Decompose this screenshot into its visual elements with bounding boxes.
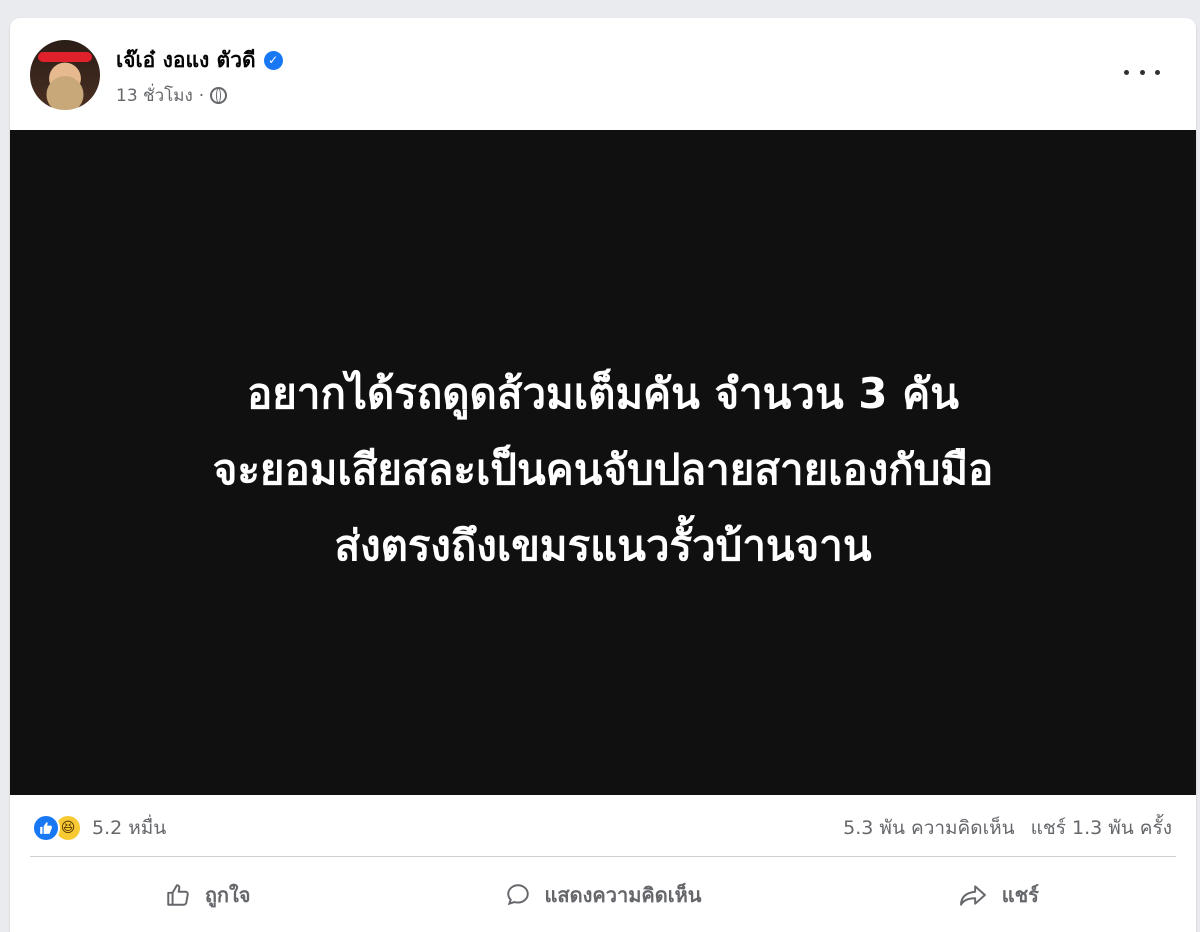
verified-badge-icon: ✓	[263, 51, 283, 70]
more-options-icon[interactable]	[1124, 60, 1160, 84]
post-meta: 13 ชั่วโมง ·	[116, 82, 228, 109]
post-actions: ถูกใจ แสดงความคิดเห็น แชร์	[10, 857, 1196, 932]
post-header: เจ๊เอ๋ งอแง ตัวดี ✓ 13 ชั่วโมง ·	[10, 18, 1196, 130]
post-time[interactable]: 13 ชั่วโมง	[116, 82, 193, 109]
author-row: เจ๊เอ๋ งอแง ตัวดี ✓	[116, 44, 283, 77]
media-text: อยากได้รถดูดส้วมเต็มคัน จำนวน 3 คัน จะยอ…	[213, 356, 994, 584]
share-icon	[959, 884, 986, 906]
share-label: แชร์	[1001, 882, 1039, 907]
reactions-summary[interactable]: 😆 5.2 หมื่น	[32, 813, 166, 843]
post-stats: 😆 5.2 หมื่น 5.3 พัน ความคิดเห็น แชร์ 1.3…	[10, 795, 1196, 855]
comment-icon	[506, 883, 529, 905]
engagement-counts: 5.3 พัน ความคิดเห็น แชร์ 1.3 พัน ครั้ง	[843, 813, 1172, 843]
author-avatar[interactable]	[30, 40, 100, 110]
comment-label: แสดงความคิดเห็น	[544, 882, 702, 907]
comment-count[interactable]: 5.3 พัน ความคิดเห็น	[843, 813, 1014, 843]
share-button[interactable]: แชร์	[801, 857, 1196, 932]
meta-separator: ·	[198, 85, 205, 106]
reaction-count: 5.2 หมื่น	[92, 817, 167, 839]
author-name[interactable]: เจ๊เอ๋ งอแง ตัวดี	[116, 44, 256, 77]
post-media[interactable]: อยากได้รถดูดส้วมเต็มคัน จำนวน 3 คัน จะยอ…	[10, 130, 1196, 795]
like-button[interactable]: ถูกใจ	[10, 857, 405, 932]
media-text-line: จะยอมเสียสละเป็นคนจับปลายสายเองกับมือ	[212, 444, 994, 494]
thumbs-up-icon	[167, 883, 189, 906]
like-reaction-icon	[32, 814, 60, 842]
share-count[interactable]: แชร์ 1.3 พัน ครั้ง	[1031, 813, 1172, 843]
media-text-line: ส่งตรงถึงเขมรแนวรั้วบ้านจาน	[334, 520, 872, 570]
comment-button[interactable]: แสดงความคิดเห็น	[405, 857, 800, 932]
like-label: ถูกใจ	[204, 882, 251, 907]
post-card: เจ๊เอ๋ งอแง ตัวดี ✓ 13 ชั่วโมง · อยากได้…	[10, 18, 1196, 932]
media-text-line: อยากได้รถดูดส้วมเต็มคัน จำนวน 3 คัน	[247, 368, 959, 418]
globe-icon[interactable]	[210, 87, 228, 104]
